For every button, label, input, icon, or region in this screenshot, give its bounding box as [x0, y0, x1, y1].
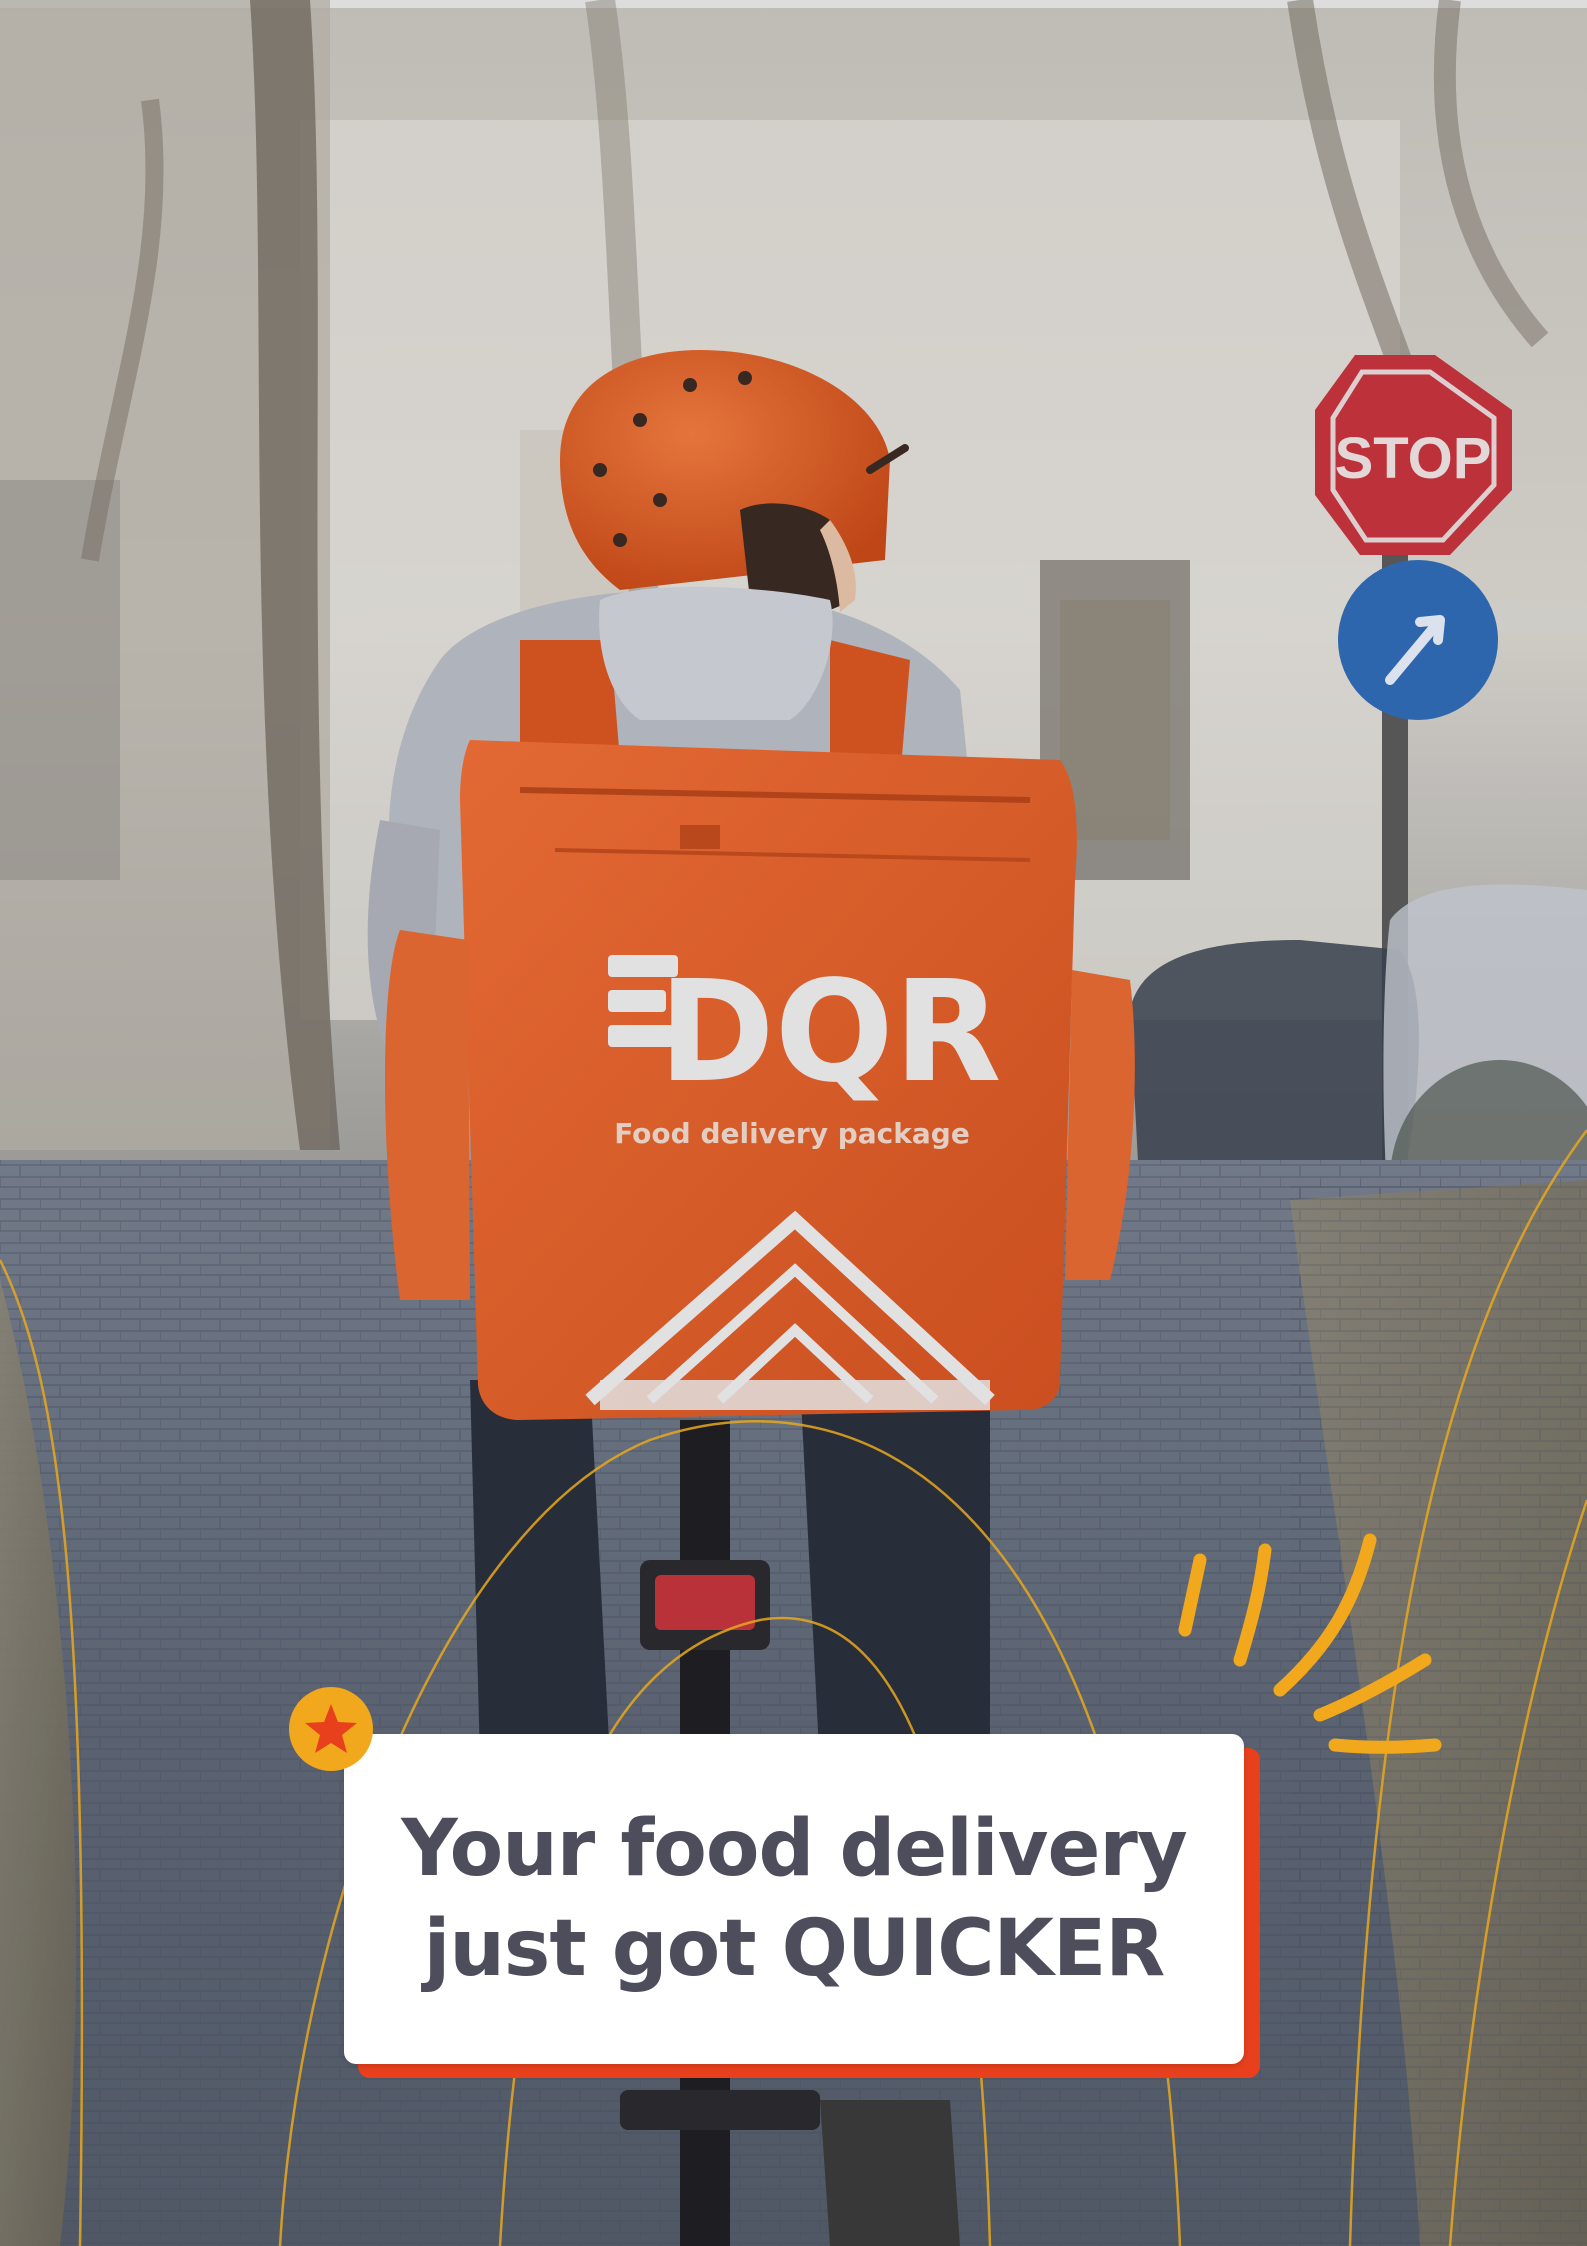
- headline-line-1: Your food delivery: [401, 1804, 1187, 1894]
- food-delivery-poster: STOP DQR Food delivery package Your food…: [0, 0, 1587, 2246]
- headline-line-2: just got QUICKER: [423, 1904, 1166, 1994]
- star-icon: [289, 1687, 373, 1771]
- headline-card: Your food delivery just got QUICKER: [344, 1734, 1244, 2064]
